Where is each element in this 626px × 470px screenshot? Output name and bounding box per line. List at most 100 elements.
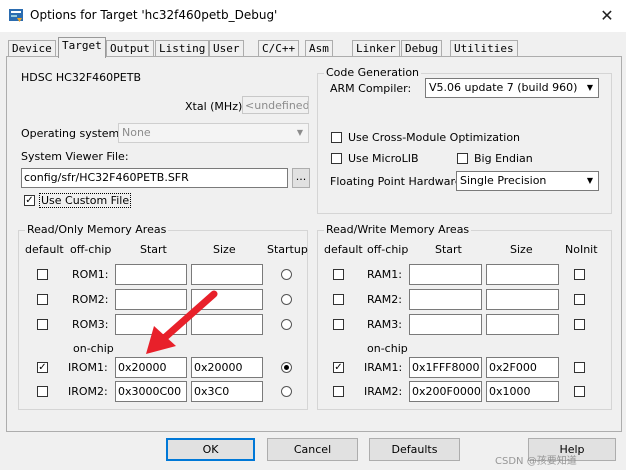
irom2-default-checkbox[interactable] — [37, 386, 48, 397]
ram1-noinit-checkbox[interactable] — [574, 269, 585, 280]
irom2-size-field[interactable]: 0x3C0 — [191, 381, 263, 402]
tab-device[interactable]: Device — [8, 40, 56, 57]
iram2-start-field[interactable]: 0x200F0000 — [409, 381, 482, 402]
microlib-checkbox[interactable] — [331, 153, 342, 164]
ram2-start-field[interactable] — [409, 289, 482, 310]
browse-button[interactable]: ... — [292, 168, 310, 188]
rom1-start-field[interactable] — [115, 264, 187, 285]
annotation-arrow-icon — [146, 290, 218, 354]
rom1-default-checkbox[interactable] — [37, 269, 48, 280]
irom1-startup-radio[interactable] — [281, 362, 292, 373]
irom1-label: IROM1: — [68, 361, 108, 374]
irom1-default-checkbox[interactable]: ✓ — [37, 362, 48, 373]
ram3-size-field[interactable] — [486, 314, 559, 335]
rom3-startup-radio[interactable] — [281, 319, 292, 330]
ram1-default-checkbox[interactable] — [333, 269, 344, 280]
tab-utilities[interactable]: Utilities — [450, 40, 518, 57]
ram2-label: RAM2: — [367, 293, 402, 306]
cross-module-checkbox[interactable] — [331, 132, 342, 143]
rw-header-noinit: NoInit — [565, 243, 598, 256]
close-icon[interactable]: ✕ — [590, 2, 624, 30]
ro-memory-title: Read/Only Memory Areas — [25, 223, 169, 236]
ram3-default-checkbox[interactable] — [333, 319, 344, 330]
ram2-default-checkbox[interactable] — [333, 294, 344, 305]
iram1-label: IRAM1: — [364, 361, 403, 374]
use-custom-file-label: Use Custom File — [38, 193, 132, 208]
title-bar: Options for Target 'hc32f460petb_Debug' … — [0, 0, 626, 32]
tab-listing[interactable]: Listing — [155, 40, 210, 57]
irom2-startup-radio[interactable] — [281, 386, 292, 397]
window-title: Options for Target 'hc32f460petb_Debug' — [30, 8, 278, 22]
iram1-default-checkbox[interactable]: ✓ — [333, 362, 344, 373]
big-endian-label: Big Endian — [474, 152, 533, 165]
ram3-label: RAM3: — [367, 318, 402, 331]
tab-user[interactable]: User — [209, 40, 244, 57]
xtal-field[interactable]: <undefined> — [242, 96, 309, 114]
ram2-noinit-checkbox[interactable] — [574, 294, 585, 305]
ro-header-offchip: off-chip — [70, 243, 112, 256]
ro-header-start: Start — [140, 243, 167, 256]
rom2-label: ROM2: — [72, 293, 109, 306]
chevron-down-icon: ▼ — [296, 128, 304, 137]
iram1-size-field[interactable]: 0x2F000 — [486, 357, 559, 378]
cross-module-label: Use Cross-Module Optimization — [348, 131, 521, 144]
ro-onchip-label: on-chip — [73, 342, 114, 355]
iram2-size-field[interactable]: 0x1000 — [486, 381, 559, 402]
system-viewer-label: System Viewer File: — [21, 150, 129, 163]
irom1-start-field[interactable]: 0x20000 — [115, 357, 187, 378]
ok-button[interactable]: OK — [166, 438, 255, 461]
ram3-start-field[interactable] — [409, 314, 482, 335]
ram3-noinit-checkbox[interactable] — [574, 319, 585, 330]
tab-c-cpp[interactable]: C/C++ — [258, 40, 300, 57]
tab-asm[interactable]: Asm — [305, 40, 333, 57]
use-custom-file-checkbox[interactable]: ✓ — [24, 195, 35, 206]
arm-compiler-value: V5.06 update 7 (build 960) — [429, 81, 578, 94]
rom1-label: ROM1: — [72, 268, 109, 281]
iram2-default-checkbox[interactable] — [333, 386, 344, 397]
chevron-down-icon: ▼ — [586, 176, 594, 185]
device-name: HDSC HC32F460PETB — [21, 71, 142, 84]
irom2-label: IROM2: — [68, 385, 108, 398]
watermark: CSDN @孩要知道 — [495, 456, 577, 467]
operating-system-value: None — [122, 126, 151, 139]
rom3-label: ROM3: — [72, 318, 109, 331]
rw-header-default: default — [324, 243, 363, 256]
rom2-default-checkbox[interactable] — [37, 294, 48, 305]
rom1-size-field[interactable] — [191, 264, 263, 285]
chevron-down-icon: ▼ — [586, 83, 594, 92]
operating-system-label: Operating system: — [21, 127, 123, 140]
iram2-noinit-checkbox[interactable] — [574, 386, 585, 397]
tab-linker[interactable]: Linker — [352, 40, 400, 57]
app-icon — [9, 9, 23, 22]
rw-header-start: Start — [435, 243, 462, 256]
arm-compiler-select[interactable]: V5.06 update 7 (build 960) ▼ — [425, 78, 599, 98]
rom2-startup-radio[interactable] — [281, 294, 292, 305]
rom3-default-checkbox[interactable] — [37, 319, 48, 330]
fpu-value: Single Precision — [460, 174, 547, 187]
code-generation-title: Code Generation — [324, 66, 422, 79]
irom2-start-field[interactable]: 0x3000C00 — [115, 381, 187, 402]
system-viewer-field[interactable]: config/sfr/HC32F460PETB.SFR — [21, 168, 288, 188]
tab-debug[interactable]: Debug — [401, 40, 443, 57]
big-endian-checkbox[interactable] — [457, 153, 468, 164]
fpu-label: Floating Point Hardware: — [330, 175, 466, 188]
ram1-size-field[interactable] — [486, 264, 559, 285]
iram1-start-field[interactable]: 0x1FFF8000 — [409, 357, 482, 378]
rw-header-offchip: off-chip — [367, 243, 409, 256]
cancel-button[interactable]: Cancel — [267, 438, 358, 461]
ram2-size-field[interactable] — [486, 289, 559, 310]
rom1-startup-radio[interactable] — [281, 269, 292, 280]
ro-header-startup: Startup — [267, 243, 308, 256]
iram1-noinit-checkbox[interactable] — [574, 362, 585, 373]
defaults-button[interactable]: Defaults — [369, 438, 460, 461]
ro-header-size: Size — [213, 243, 236, 256]
ram1-start-field[interactable] — [409, 264, 482, 285]
rw-memory-title: Read/Write Memory Areas — [324, 223, 472, 236]
rw-header-size: Size — [510, 243, 533, 256]
tab-target[interactable]: Target — [58, 37, 106, 58]
tab-output[interactable]: Output — [106, 40, 154, 57]
irom1-size-field[interactable]: 0x20000 — [191, 357, 263, 378]
operating-system-select[interactable]: None ▼ — [118, 123, 309, 143]
fpu-select[interactable]: Single Precision ▼ — [456, 171, 599, 191]
microlib-label: Use MicroLIB — [348, 152, 419, 165]
